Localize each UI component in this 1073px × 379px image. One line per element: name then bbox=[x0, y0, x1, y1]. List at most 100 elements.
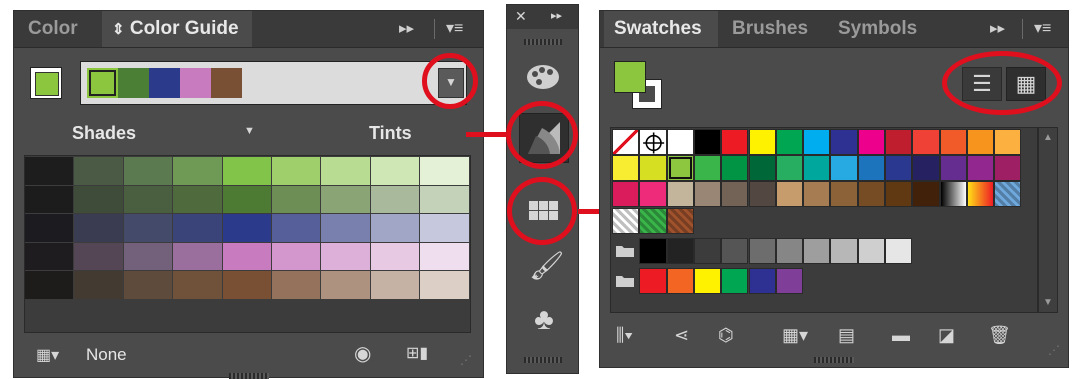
limit-to-library-icon[interactable]: ▦▾ bbox=[36, 345, 59, 365]
swatch[interactable] bbox=[803, 129, 831, 155]
close-icon[interactable]: ✕ bbox=[515, 8, 527, 25]
color-variation-cell[interactable] bbox=[321, 214, 370, 242]
swatch[interactable] bbox=[857, 238, 885, 264]
swatch[interactable] bbox=[885, 181, 913, 207]
color-variation-cell[interactable] bbox=[74, 271, 123, 299]
color-variation-cell[interactable] bbox=[25, 271, 74, 299]
color-variation-cell[interactable] bbox=[74, 157, 123, 185]
thumbnail-view-button[interactable]: ▦ bbox=[1006, 67, 1046, 101]
swatch[interactable] bbox=[830, 129, 858, 155]
swatch[interactable] bbox=[830, 181, 858, 207]
color-variation-cell[interactable] bbox=[370, 214, 420, 242]
brushes-icon[interactable]: 🖌 bbox=[529, 249, 565, 282]
swatch[interactable] bbox=[939, 129, 967, 155]
swatch[interactable] bbox=[830, 238, 858, 264]
tab-color[interactable]: Color bbox=[18, 11, 102, 47]
swatch[interactable] bbox=[748, 238, 776, 264]
none-swatch[interactable] bbox=[612, 129, 640, 155]
swatch[interactable] bbox=[775, 181, 804, 207]
swatch[interactable] bbox=[939, 155, 967, 181]
pattern-swatch[interactable] bbox=[639, 208, 667, 234]
color-variation-cell[interactable] bbox=[370, 185, 420, 213]
gradient-swatch[interactable] bbox=[939, 181, 967, 207]
list-view-button[interactable]: ☰ bbox=[962, 67, 1002, 101]
color-guide-icon[interactable] bbox=[519, 113, 569, 163]
tab-swatches[interactable]: Swatches bbox=[604, 11, 718, 47]
harmony-swatch[interactable] bbox=[149, 68, 180, 98]
swatch-libraries-menu-icon[interactable]: ⫼▾ bbox=[616, 325, 633, 346]
palette-icon[interactable] bbox=[525, 63, 561, 91]
color-variation-cell[interactable] bbox=[321, 185, 370, 213]
fill-stroke-indicator[interactable] bbox=[614, 61, 670, 117]
color-variation-cell[interactable] bbox=[370, 271, 420, 299]
swatch[interactable] bbox=[803, 181, 831, 207]
chevron-down-icon[interactable]: ▼ bbox=[244, 125, 255, 137]
swatch[interactable] bbox=[693, 155, 722, 181]
harmony-swatch[interactable] bbox=[87, 68, 118, 98]
swatches-icon[interactable] bbox=[529, 201, 559, 221]
active-color-chip[interactable] bbox=[30, 67, 62, 99]
color-variation-cell[interactable] bbox=[74, 242, 123, 270]
swatch[interactable] bbox=[693, 238, 722, 264]
swatch[interactable] bbox=[748, 181, 776, 207]
tab-symbols[interactable]: Symbols bbox=[828, 11, 932, 47]
swatch[interactable] bbox=[639, 268, 667, 294]
color-variation-cell[interactable] bbox=[222, 185, 271, 213]
swatch-options-icon[interactable]: ▤ bbox=[838, 325, 855, 346]
swatch[interactable] bbox=[666, 181, 694, 207]
trash-icon[interactable]: 🗑 bbox=[988, 325, 1011, 346]
swatch[interactable] bbox=[666, 238, 694, 264]
swatch[interactable] bbox=[803, 155, 831, 181]
color-variation-cell[interactable] bbox=[173, 242, 222, 270]
pattern-swatch[interactable] bbox=[994, 181, 1022, 207]
color-variation-cell[interactable] bbox=[420, 214, 469, 242]
swatch[interactable] bbox=[966, 155, 995, 181]
harmony-dropdown-button[interactable]: ▼ bbox=[438, 68, 464, 98]
color-variation-cell[interactable] bbox=[272, 214, 321, 242]
color-variation-cell[interactable] bbox=[222, 242, 271, 270]
color-variation-cell[interactable] bbox=[25, 157, 74, 185]
swatch[interactable] bbox=[885, 129, 913, 155]
swatch[interactable] bbox=[885, 238, 913, 264]
swatch[interactable] bbox=[666, 268, 694, 294]
pattern-swatch[interactable] bbox=[666, 208, 694, 234]
swatch[interactable] bbox=[748, 155, 776, 181]
harmony-swatch[interactable] bbox=[118, 68, 149, 98]
color-variation-cell[interactable] bbox=[25, 185, 74, 213]
swatch[interactable] bbox=[693, 181, 722, 207]
color-variation-cell[interactable] bbox=[123, 242, 173, 270]
swatch[interactable] bbox=[693, 129, 722, 155]
color-variation-cell[interactable] bbox=[25, 242, 74, 270]
gradient-swatch[interactable] bbox=[966, 181, 995, 207]
harmony-swatch[interactable] bbox=[180, 68, 211, 98]
swatch[interactable] bbox=[830, 155, 858, 181]
color-variation-cell[interactable] bbox=[272, 271, 321, 299]
cc-libraries-icon[interactable]: ⌬ bbox=[718, 325, 734, 346]
color-variation-cell[interactable] bbox=[420, 185, 469, 213]
color-variation-cell[interactable] bbox=[420, 157, 469, 185]
symbols-icon[interactable]: ♣ bbox=[527, 303, 561, 337]
color-variation-cell[interactable] bbox=[123, 185, 173, 213]
panel-gripper[interactable] bbox=[229, 373, 269, 379]
panel-gripper[interactable] bbox=[814, 357, 854, 363]
color-variation-cell[interactable] bbox=[370, 157, 420, 185]
expand-panel-icon[interactable]: ▸▸ bbox=[990, 11, 1005, 47]
tools-gripper-top[interactable] bbox=[524, 39, 562, 45]
swatch[interactable] bbox=[666, 129, 694, 155]
swatch[interactable] bbox=[639, 181, 667, 207]
color-variation-cell[interactable] bbox=[74, 185, 123, 213]
swatch[interactable] bbox=[912, 155, 940, 181]
swatch[interactable] bbox=[966, 129, 995, 155]
swatch-scrollbar[interactable]: ▲ ▼ bbox=[1038, 127, 1058, 313]
swatch[interactable] bbox=[994, 155, 1022, 181]
color-variation-cell[interactable] bbox=[222, 157, 271, 185]
swatch[interactable] bbox=[721, 268, 749, 294]
swatch[interactable] bbox=[775, 129, 804, 155]
swatch[interactable] bbox=[912, 181, 940, 207]
swatch[interactable] bbox=[639, 238, 667, 264]
swatch[interactable] bbox=[803, 238, 831, 264]
color-variation-cell[interactable] bbox=[74, 214, 123, 242]
tab-color-guide[interactable]: ⇕ Color Guide bbox=[102, 11, 252, 47]
selected-swatch[interactable] bbox=[666, 155, 694, 181]
pattern-swatch[interactable] bbox=[612, 208, 640, 234]
